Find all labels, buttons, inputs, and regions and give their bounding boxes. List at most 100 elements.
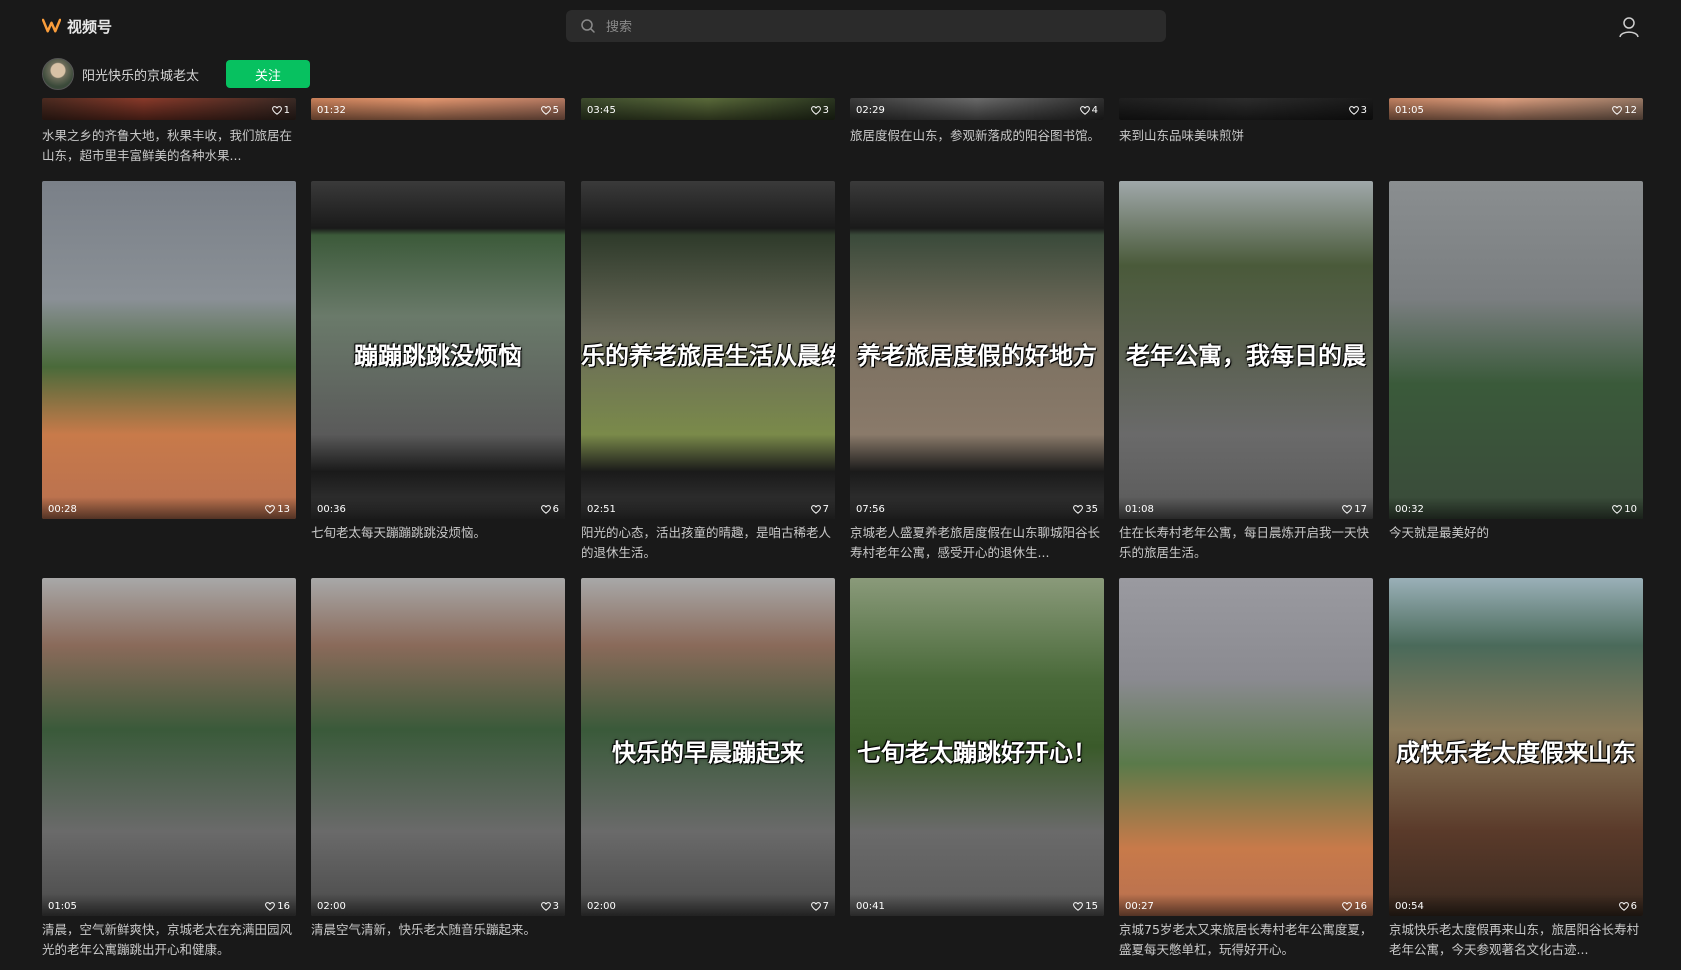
- video-caption[interactable]: 京城老人盛夏养老旅居度假在山东聊城阳谷长寿村老年公寓，感受开心的退休生...: [850, 523, 1108, 563]
- thumbnail-meta: 1: [42, 98, 296, 120]
- author-bar: 阳光快乐的京城老太 关注: [42, 58, 310, 90]
- video-thumbnail[interactable]: 01:05 12: [1389, 98, 1643, 120]
- video-caption[interactable]: 来到山东品味美味煎饼: [1119, 126, 1377, 146]
- thumbnail-meta: 02:51 7: [581, 497, 835, 519]
- video-duration: 01:08: [1125, 504, 1154, 515]
- like-count-value: 4: [1091, 105, 1098, 116]
- video-duration: 00:32: [1395, 504, 1424, 515]
- video-duration: 00:54: [1395, 901, 1424, 912]
- video-thumbnail[interactable]: 02:29 4: [850, 98, 1104, 120]
- heart-icon: [1348, 106, 1359, 115]
- video-duration: 07:56: [856, 504, 885, 515]
- video-thumbnail[interactable]: 00:27 16: [1119, 578, 1373, 916]
- video-duration: 02:29: [856, 105, 885, 116]
- like-count-value: 16: [277, 901, 290, 912]
- heart-icon: [265, 902, 276, 911]
- like-count: 15: [1073, 901, 1098, 912]
- heart-icon: [271, 106, 282, 115]
- video-duration: 00:27: [1125, 901, 1154, 912]
- like-count: 16: [1342, 901, 1367, 912]
- video-thumbnail[interactable]: 养老旅居度假的好地方 07:56 35: [850, 181, 1104, 519]
- like-count-value: 5: [552, 105, 559, 116]
- like-count: 3: [540, 901, 559, 912]
- video-thumbnail[interactable]: 3: [1119, 98, 1373, 120]
- like-count-value: 15: [1085, 901, 1098, 912]
- heart-icon: [265, 505, 276, 514]
- video-thumbnail[interactable]: 快乐的早晨蹦起来 02:00 7: [581, 578, 835, 916]
- author-name[interactable]: 阳光快乐的京城老太: [82, 65, 222, 84]
- heart-icon: [810, 505, 821, 514]
- thumbnail-overlay-text: 七旬老太蹦跳好开心！: [857, 739, 1097, 768]
- like-count: 6: [540, 504, 559, 515]
- video-thumbnail[interactable]: 七旬老太蹦跳好开心！ 00:41 15: [850, 578, 1104, 916]
- follow-button[interactable]: 关注: [226, 60, 310, 88]
- video-thumbnail[interactable]: 1: [42, 98, 296, 120]
- like-count: 7: [810, 504, 829, 515]
- video-thumbnail[interactable]: 蹦蹦跳跳没烦恼 00:36 6: [311, 181, 565, 519]
- like-count-value: 13: [277, 504, 290, 515]
- video-duration: 01:32: [317, 105, 346, 116]
- thumbnail-meta: 00:36 6: [311, 497, 565, 519]
- like-count-value: 6: [552, 504, 559, 515]
- video-duration: 01:05: [48, 901, 77, 912]
- thumbnail-meta: 01:32 5: [311, 98, 565, 120]
- thumbnail-meta: 00:41 15: [850, 894, 1104, 916]
- thumbnail-meta: 07:56 35: [850, 497, 1104, 519]
- thumbnail-overlay-text: 乐的养老旅居生活从晨练开: [581, 342, 835, 371]
- heart-icon: [540, 505, 551, 514]
- video-caption[interactable]: 京城75岁老太又来旅居长寿村老年公寓度夏，盛夏每天憋单杠，玩得好开心。: [1119, 920, 1377, 960]
- video-thumbnail[interactable]: 03:45 3: [581, 98, 835, 120]
- video-caption[interactable]: 水果之乡的齐鲁大地，秋果丰收，我们旅居在山东，超市里丰富鲜美的各种水果...: [42, 126, 300, 166]
- video-thumbnail[interactable]: 01:05 16: [42, 578, 296, 916]
- avatar[interactable]: [42, 58, 74, 90]
- like-count-value: 3: [1360, 105, 1367, 116]
- video-thumbnail[interactable]: 成快乐老太度假来山东 00:54 6: [1389, 578, 1643, 916]
- video-thumbnail[interactable]: 00:32 10: [1389, 181, 1643, 519]
- like-count: 6: [1618, 901, 1637, 912]
- heart-icon: [1073, 505, 1084, 514]
- thumbnail-meta: 01:05 16: [42, 894, 296, 916]
- video-caption[interactable]: 阳光的心态，活出孩童的晴趣，是咱古稀老人的退休生活。: [581, 523, 839, 563]
- video-thumbnail[interactable]: 02:00 3: [311, 578, 565, 916]
- heart-icon: [810, 902, 821, 911]
- top-bar: 视频号: [0, 0, 1681, 52]
- video-caption[interactable]: 旅居度假在山东，参观新落成的阳谷图书馆。: [850, 126, 1108, 146]
- video-caption[interactable]: 清晨空气清新，快乐老太随音乐蹦起来。: [311, 920, 569, 940]
- video-caption[interactable]: 今天就是最美好的: [1389, 523, 1647, 543]
- thumbnail-overlay-text: 老年公寓，我每日的晨: [1126, 342, 1366, 371]
- search-box[interactable]: [566, 10, 1166, 44]
- heart-icon: [1342, 902, 1353, 911]
- heart-icon: [1612, 505, 1623, 514]
- video-duration: 00:41: [856, 901, 885, 912]
- thumbnail-meta: 00:54 6: [1389, 894, 1643, 916]
- thumbnail-meta: 3: [1119, 98, 1373, 120]
- video-thumbnail[interactable]: 乐的养老旅居生活从晨练开 02:51 7: [581, 181, 835, 519]
- like-count: 3: [810, 105, 829, 116]
- video-caption[interactable]: 七旬老太每天蹦蹦跳跳没烦恼。: [311, 523, 569, 543]
- video-duration: 02:00: [587, 901, 616, 912]
- like-count-value: 17: [1354, 504, 1367, 515]
- like-count-value: 16: [1354, 901, 1367, 912]
- like-count-value: 35: [1085, 504, 1098, 515]
- video-caption[interactable]: 住在长寿村老年公寓，每日晨炼开启我一天快乐的旅居生活。: [1119, 523, 1377, 563]
- heart-icon: [540, 902, 551, 911]
- video-duration: 02:51: [587, 504, 616, 515]
- user-icon[interactable]: [1618, 16, 1640, 38]
- channels-logo-icon: [42, 18, 61, 33]
- video-thumbnail[interactable]: 00:28 13: [42, 181, 296, 519]
- video-duration: 00:28: [48, 504, 77, 515]
- like-count: 3: [1348, 105, 1367, 116]
- video-duration: 00:36: [317, 504, 346, 515]
- video-caption[interactable]: 京城快乐老太度假再来山东，旅居阳谷长寿村老年公寓，今天参观著名文化古迹...: [1389, 920, 1647, 960]
- like-count: 17: [1342, 504, 1367, 515]
- thumbnail-meta: 00:27 16: [1119, 894, 1373, 916]
- thumbnail-meta: 01:08 17: [1119, 497, 1373, 519]
- video-caption[interactable]: 清晨，空气新鲜爽快，京城老太在充满田园风光的老年公寓蹦跳出开心和健康。: [42, 920, 300, 960]
- video-thumbnail[interactable]: 老年公寓，我每日的晨 01:08 17: [1119, 181, 1373, 519]
- search-input[interactable]: [604, 10, 1148, 44]
- heart-icon: [1612, 106, 1623, 115]
- like-count-value: 10: [1624, 504, 1637, 515]
- logo[interactable]: 视频号: [42, 16, 112, 37]
- thumbnail-meta: 00:32 10: [1389, 497, 1643, 519]
- video-thumbnail[interactable]: 01:32 5: [311, 98, 565, 120]
